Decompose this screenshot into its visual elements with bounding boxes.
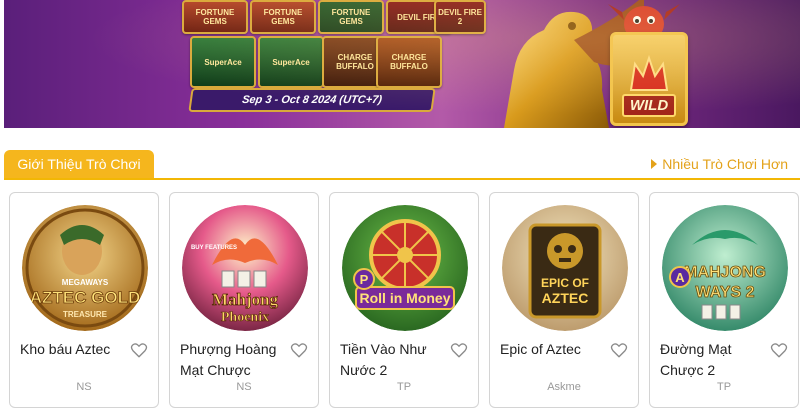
art-subtitle: WAYS 2 <box>696 284 755 301</box>
game-thumbnail[interactable]: MAHJONG WAYS 2 A <box>662 205 788 331</box>
game-card[interactable]: MEGAWAYS AZTEC GOLD TREASURE Kho báu Azt… <box>9 192 159 408</box>
promo-banner[interactable]: FORTUNE GEMS FORTUNE GEMS FORTUNE GEMS D… <box>4 0 800 128</box>
heart-icon[interactable] <box>610 341 628 359</box>
more-games-link[interactable]: Nhiều Trò Chơi Hơn <box>651 155 788 173</box>
red-dragon-mascot <box>608 4 680 42</box>
banner-game-tile: CHARGE BUFFALO <box>322 36 388 88</box>
promo-date-range: Sep 3 - Oct 8 2024 (UTC+7) <box>188 88 436 112</box>
art-title: Mahjong <box>212 290 279 309</box>
game-list: MEGAWAYS AZTEC GOLD TREASURE Kho báu Azt… <box>0 192 800 408</box>
art-title: AZTEC GOLD <box>30 288 141 307</box>
provider-label: TP <box>716 381 732 393</box>
game-name[interactable]: Đường Mạt Chược 2 <box>660 339 764 381</box>
game-card[interactable]: Roll in Money P Tiền Vào Như Nước 2 TP <box>329 192 479 408</box>
banner-game-tile: SuperAce <box>190 36 256 88</box>
provider-label: NS <box>76 381 92 393</box>
heart-icon[interactable] <box>290 341 308 359</box>
banner-game-tile: DEVIL FIRE <box>386 0 452 34</box>
golden-statue-illustration <box>504 0 644 128</box>
art-tag: A <box>675 270 685 285</box>
section-title-tab: Giới Thiệu Trò Chơi <box>4 150 154 178</box>
section-header: Giới Thiệu Trò Chơi Nhiều Trò Chơi Hơn <box>4 150 800 180</box>
game-name[interactable]: Epic of Aztec <box>500 339 604 360</box>
wild-label: WILD <box>621 94 677 117</box>
heart-icon[interactable] <box>770 341 788 359</box>
heart-icon[interactable] <box>450 341 468 359</box>
game-card[interactable]: Mahjong Phoenix BUY FEATURES Phượng Hoàn… <box>169 192 319 408</box>
banner-game-tile: CHARGE BUFFALO <box>376 36 442 88</box>
art-title: Roll in Money <box>360 290 451 306</box>
game-thumbnail[interactable]: Mahjong Phoenix BUY FEATURES <box>182 205 308 331</box>
wild-symbol: WILD <box>610 32 688 126</box>
game-card[interactable]: EPIC OF AZTEC Epic of Aztec Askme <box>489 192 639 408</box>
art-subtitle: AZTEC <box>542 290 589 306</box>
provider-label: NS <box>236 381 252 393</box>
banner-game-tile: FORTUNE GEMS <box>182 0 248 34</box>
art-title: MAHJONG <box>684 264 766 281</box>
banner-game-tile: SuperAce <box>258 36 324 88</box>
art-tag: P <box>360 272 369 287</box>
game-name[interactable]: Kho báu Aztec <box>20 339 124 360</box>
art-tag: MEGAWAYS <box>62 278 109 287</box>
game-name[interactable]: Tiền Vào Như Nước 2 <box>340 339 444 381</box>
game-thumbnail[interactable]: MEGAWAYS AZTEC GOLD TREASURE <box>22 205 148 331</box>
game-thumbnail[interactable]: EPIC OF AZTEC <box>502 205 628 331</box>
art-subtitle: TREASURE <box>63 310 108 319</box>
banner-game-tile: FORTUNE GEMS <box>250 0 316 34</box>
more-games-label: Nhiều Trò Chơi Hơn <box>662 156 788 172</box>
game-thumbnail[interactable]: Roll in Money P <box>342 205 468 331</box>
banner-game-tile: DEVIL FIRE 2 <box>434 0 486 34</box>
art-subtitle: Phoenix <box>221 310 269 325</box>
game-name[interactable]: Phượng Hoàng Mạt Chược <box>180 339 284 381</box>
game-card[interactable]: MAHJONG WAYS 2 A Đường Mạt Chược 2 TP <box>649 192 799 408</box>
banner-game-tile: FORTUNE GEMS <box>318 0 384 34</box>
heart-icon[interactable] <box>130 341 148 359</box>
art-title: EPIC OF <box>541 276 589 290</box>
provider-label: Askme <box>547 381 581 393</box>
caret-right-icon <box>651 159 658 169</box>
crown-icon <box>629 54 669 91</box>
art-tag: BUY FEATURES <box>191 245 237 251</box>
provider-label: TP <box>396 381 412 393</box>
